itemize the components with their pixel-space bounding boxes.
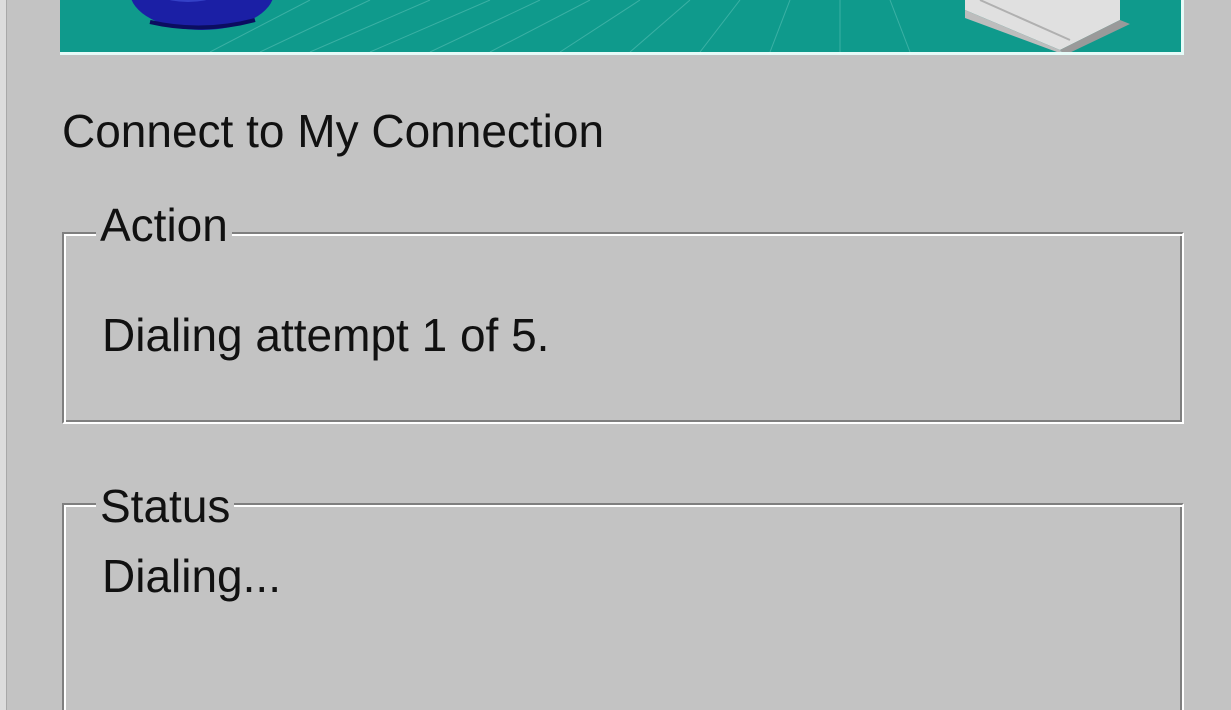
action-text: Dialing attempt 1 of 5. xyxy=(102,309,550,361)
dial-up-connection-dialog: Connect to My Connection Action Dialing … xyxy=(0,0,1231,710)
computer-icon xyxy=(965,0,1130,52)
action-legend: Action xyxy=(96,198,232,252)
connection-title: Connect to My Connection xyxy=(62,105,605,157)
connection-banner xyxy=(60,0,1184,55)
status-text: Dialing... xyxy=(102,550,281,602)
banner-graphic xyxy=(131,0,1130,52)
globe-icon xyxy=(131,0,273,30)
status-legend: Status xyxy=(96,479,235,533)
status-group-box: Status Dialing... xyxy=(62,479,1184,710)
window-edge xyxy=(0,0,7,710)
action-group-box: Action Dialing attempt 1 of 5. xyxy=(62,198,1184,424)
